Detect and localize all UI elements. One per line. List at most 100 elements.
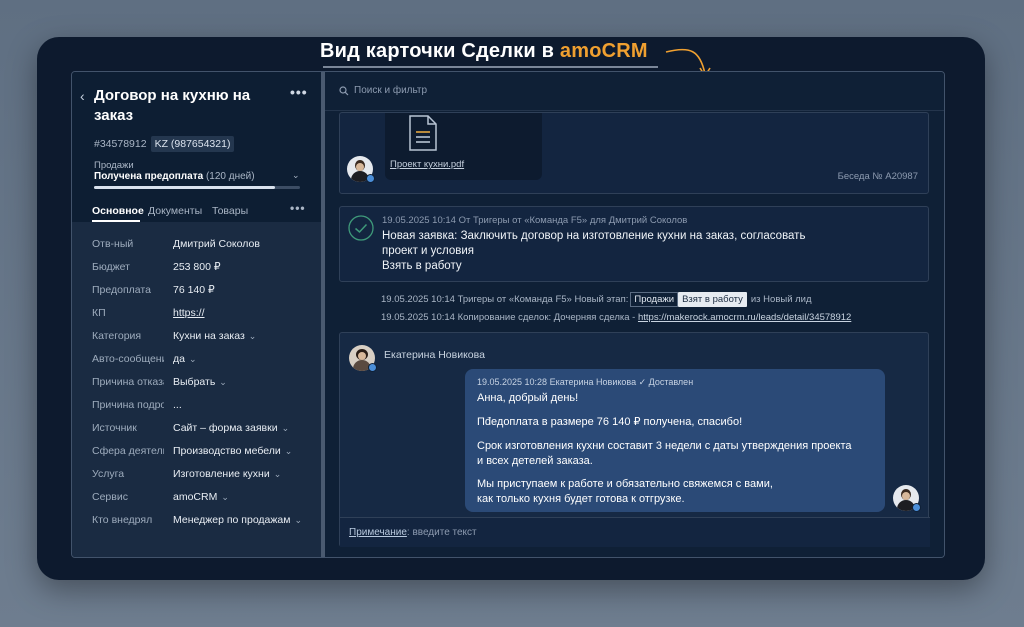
stage-change-suffix: из Новый лид: [750, 294, 812, 305]
message-thread: Екатерина Новикова 19.05.2025 10:28 Екат…: [339, 332, 930, 547]
field-label: Категория: [92, 330, 142, 342]
stage-change-prefix: 19.05.2025 10:14 Тригеры от «Команда F5»…: [381, 294, 629, 305]
file-attachment[interactable]: Проект кухни.pdf: [385, 113, 542, 180]
field-value[interactable]: Производство мебели ⌄: [173, 445, 292, 457]
search-icon: [339, 85, 349, 95]
chevron-down-icon[interactable]: ⌄: [292, 170, 300, 181]
field-value-text: ...: [173, 399, 182, 411]
field-row[interactable]: Кто внедрял Менеджер по продажам ⌄: [72, 510, 321, 533]
task-check-icon[interactable]: [348, 215, 374, 241]
field-value[interactable]: Сайт – форма заявки ⌄: [173, 422, 289, 434]
message-line: Мы приступаем к работе и обязательно свя…: [477, 478, 773, 490]
crm-app: ‹ Договор на кухню на заказ ••• #3457891…: [71, 71, 945, 558]
copy-deal-prefix: 19.05.2025 10:14 Копирование сделок: Доч…: [381, 312, 636, 323]
stage-progress-fill: [94, 186, 276, 189]
field-label: Кто внедрял: [92, 514, 153, 526]
child-deal-link[interactable]: https://makerock.amocrm.ru/leads/detail/…: [638, 312, 851, 323]
chevron-down-icon[interactable]: ⌄: [221, 492, 229, 502]
field-row[interactable]: Бюджет 253 800 ₽: [72, 257, 321, 280]
field-value[interactable]: ...: [173, 399, 182, 411]
back-chevron-icon[interactable]: ‹: [80, 88, 85, 104]
stage-selector[interactable]: Получена предоплата (120 дней): [94, 171, 255, 182]
field-value[interactable]: Выбрать ⌄: [173, 376, 227, 388]
field-label: Источник: [92, 422, 137, 434]
field-row[interactable]: Предоплата 76 140 ₽: [72, 280, 321, 303]
field-value-text: Изготовление кухни: [173, 468, 270, 480]
field-label: Предоплата: [92, 284, 151, 296]
deal-card-header: ‹ Договор на кухню на заказ ••• #3457891…: [72, 72, 321, 222]
field-value-text: Сайт – форма заявки: [173, 422, 278, 434]
active-tab-underline: [92, 220, 140, 222]
field-row[interactable]: КП https://: [72, 303, 321, 326]
field-row[interactable]: Авто-сообщения да ⌄: [72, 349, 321, 372]
field-label: Услуга: [92, 468, 125, 480]
chevron-down-icon[interactable]: ⌄: [274, 469, 282, 479]
field-value[interactable]: 253 800 ₽: [173, 261, 221, 273]
event-meta: 19.05.2025 10:14 От Тригеры от «Команда …: [382, 215, 688, 226]
tab-products[interactable]: Товары: [212, 205, 248, 217]
telegram-badge-icon: [912, 503, 921, 512]
field-label: Авто-сообщения: [92, 353, 164, 365]
field-label: Сервис: [92, 491, 128, 503]
tabs-more-icon[interactable]: •••: [290, 201, 306, 215]
field-value[interactable]: да ⌄: [173, 353, 197, 365]
message-line: Пđедоплата в размере 76 140 ₽ получена, …: [477, 416, 743, 428]
event-line: проект и условия: [382, 245, 475, 257]
more-options-icon[interactable]: •••: [290, 84, 308, 100]
field-row[interactable]: Категория Кухни на заказ ⌄: [72, 326, 321, 349]
field-row[interactable]: Причина подроб...: [72, 395, 321, 418]
chevron-down-icon[interactable]: ⌄: [189, 354, 197, 364]
file-name[interactable]: Проект кухни.pdf: [390, 159, 464, 170]
tab-documents[interactable]: Документы: [148, 205, 202, 217]
note-label[interactable]: Примечание: [349, 527, 407, 538]
field-value[interactable]: https://: [173, 307, 205, 319]
field-value-text: да: [173, 353, 185, 365]
field-row[interactable]: Отв-ный Дмитрий Соколов: [72, 234, 321, 257]
message-paragraph: Мы приступаем к работе и обязательно свя…: [477, 477, 872, 507]
telegram-badge-icon: [366, 174, 375, 183]
message-line: Анна, добрый день!: [477, 392, 579, 404]
note-input[interactable]: Примечание: введите текст: [340, 517, 930, 547]
headline-underline: [323, 66, 658, 68]
stage-name: Получена предоплата: [94, 171, 204, 182]
field-row[interactable]: Услуга Изготовление кухни ⌄: [72, 464, 321, 487]
activity-feed: Поиск и фильтр Проект кухни.pdf Беседа №…: [325, 72, 944, 557]
deal-title[interactable]: Договор на кухню на заказ: [94, 86, 264, 126]
field-value[interactable]: Изготовление кухни ⌄: [173, 468, 281, 480]
field-row[interactable]: Сервис amoCRM ⌄: [72, 487, 321, 510]
field-value-text: 253 800 ₽: [173, 261, 221, 273]
event-text: Новая заявка: Заключить договор на изгот…: [382, 229, 902, 274]
chevron-down-icon[interactable]: ⌄: [219, 377, 227, 387]
note-field[interactable]: Примечание: введите текст: [349, 527, 477, 538]
message-meta: 19.05.2025 10:28 Екатерина Новикова ✓ До…: [477, 377, 694, 387]
message-line: как только кухня будет готова к отгрузке…: [477, 493, 685, 505]
field-value-text: Дмитрий Соколов: [173, 238, 260, 250]
chevron-down-icon[interactable]: ⌄: [285, 446, 293, 456]
field-value-text: Выбрать: [173, 376, 216, 388]
field-value[interactable]: Менеджер по продажам ⌄: [173, 514, 302, 526]
chevron-down-icon[interactable]: ⌄: [294, 515, 302, 525]
kz-tag[interactable]: KZ (987654321): [150, 136, 235, 152]
field-row[interactable]: Сфера деятельности Производство мебели ⌄: [72, 441, 321, 464]
field-value-text: Производство мебели: [173, 445, 281, 457]
sender-name: Екатерина Новикова: [384, 349, 485, 361]
field-row[interactable]: Причина отказа Выбрать ⌄: [72, 372, 321, 395]
outgoing-message-bubble: 19.05.2025 10:28 Екатерина Новикова ✓ До…: [465, 369, 885, 512]
card-tabs: Основное Документы Товары •••: [72, 201, 321, 227]
field-label: Сфера деятельности: [92, 445, 164, 457]
field-label: Бюджет: [92, 261, 130, 273]
deal-card: ‹ Договор на кухню на заказ ••• #3457891…: [72, 72, 321, 557]
field-value[interactable]: Кухни на заказ ⌄: [173, 330, 256, 342]
stage-days: (120 дней): [205, 171, 255, 182]
tab-main[interactable]: Основное: [92, 205, 144, 217]
field-value[interactable]: Дмитрий Соколов: [173, 238, 260, 250]
chevron-down-icon[interactable]: ⌄: [282, 423, 290, 433]
search-filter[interactable]: Поиск и фильтр: [339, 85, 427, 96]
field-value[interactable]: amoCRM ⌄: [173, 491, 229, 503]
chevron-down-icon[interactable]: ⌄: [249, 331, 257, 341]
field-row[interactable]: Источник Сайт – форма заявки ⌄: [72, 418, 321, 441]
message-line: Срок изготовления кухни составит 3 недел…: [477, 440, 852, 452]
field-value[interactable]: 76 140 ₽: [173, 284, 215, 296]
message-paragraph: Пđедоплата в размере 76 140 ₽ получена, …: [477, 415, 872, 430]
field-value-text: amoCRM: [173, 491, 218, 503]
